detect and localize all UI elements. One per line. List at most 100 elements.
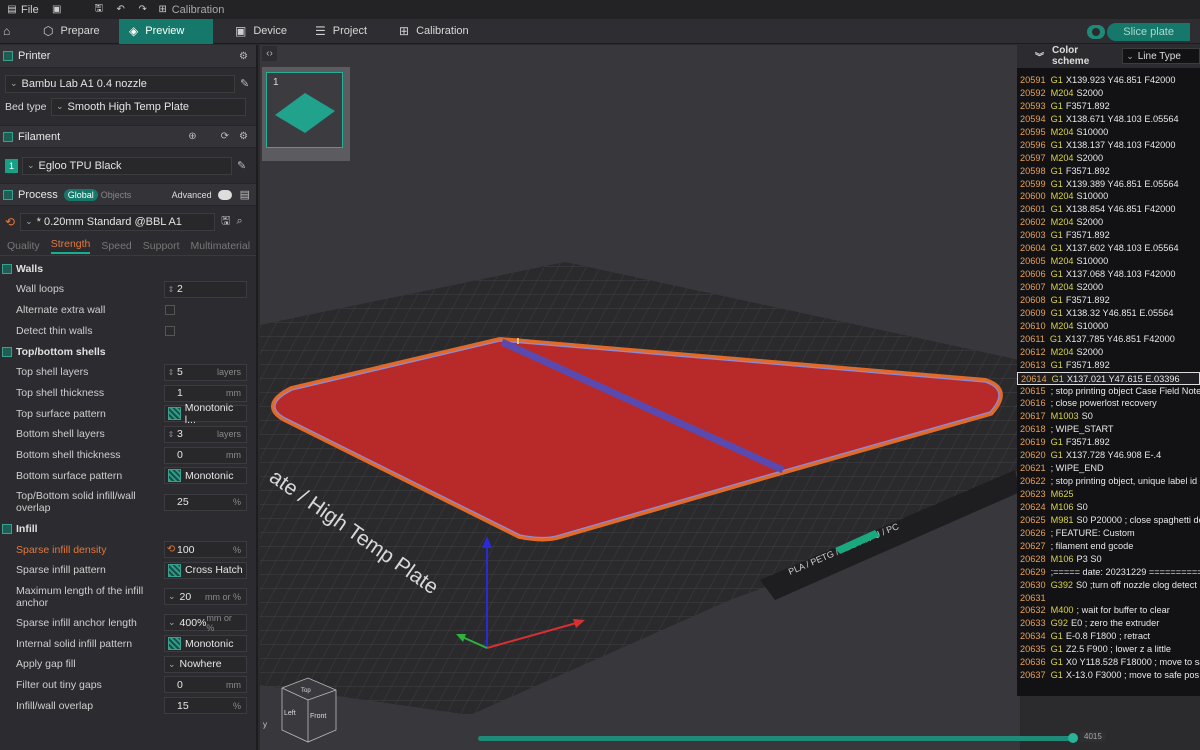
gcode-line[interactable]: 20631 — [1017, 592, 1200, 605]
max-anchor-input[interactable]: ⌄ 20 mm or % — [164, 588, 247, 606]
printer-settings-icon[interactable]: ⚙ — [239, 51, 248, 62]
gcode-line[interactable]: 20616 ; close powerlost recovery — [1017, 397, 1200, 410]
layer-slider-handle[interactable] — [1068, 733, 1078, 743]
gcode-line[interactable]: 20603 G1 F3571.892 — [1017, 229, 1200, 242]
gcode-line[interactable]: 20605 M204 S10000 — [1017, 255, 1200, 268]
gcode-line[interactable]: 20609 G1 X138.32 Y46.851 E.05564 — [1017, 307, 1200, 320]
infill-wall-overlap-input[interactable]: 15% — [164, 697, 247, 715]
tab-multimaterial[interactable]: Multimaterial — [191, 240, 251, 252]
sparse-density-input[interactable]: ⟲ 100% — [164, 541, 247, 559]
collapse-sidebar-button[interactable]: ‹› — [262, 46, 277, 61]
anchor-length-input[interactable]: ⌄ 400% mm or % — [164, 613, 247, 633]
filament-settings-icon[interactable]: ⚙ — [239, 131, 248, 142]
gcode-line[interactable]: 20608 G1 F3571.892 — [1017, 294, 1200, 307]
gcode-line[interactable]: 20593 G1 F3571.892 — [1017, 100, 1200, 113]
gcode-line[interactable]: 20606 G1 X137.068 Y48.103 F42000 — [1017, 268, 1200, 281]
gcode-line[interactable]: 20599 G1 X139.389 Y46.851 E.05564 — [1017, 178, 1200, 191]
top-surface-pattern-select[interactable]: Monotonic l... — [164, 402, 247, 426]
bottom-shell-thickness-input[interactable]: 0 mm — [164, 446, 247, 464]
gcode-line[interactable]: 20637 G1 X-13.0 F3000 ; move to safe pos — [1017, 669, 1200, 682]
slice-plate-control[interactable]: Slice plate — [1087, 23, 1190, 41]
gcode-line[interactable]: 20602 M204 S2000 — [1017, 216, 1200, 229]
search-icon[interactable]: ⌕ — [236, 215, 242, 228]
gcode-line[interactable]: 20628 M106 P3 S0 — [1017, 553, 1200, 566]
detect-thin-walls-checkbox[interactable] — [165, 325, 175, 336]
gcode-line[interactable]: 20634 G1 E-0.8 F1800 ; retract — [1017, 630, 1200, 643]
gcode-line[interactable]: 20591 G1 X139.923 Y46.851 F42000 — [1017, 74, 1200, 87]
add-filament-icon[interactable]: ⊕ — [188, 131, 196, 142]
gcode-line[interactable]: 20595 M204 S10000 — [1017, 126, 1200, 139]
calibration-menu[interactable]: ⊞ Calibration — [157, 4, 225, 16]
filament-index-badge[interactable]: 1 — [5, 158, 18, 173]
process-preset-select[interactable]: ⌄ * 0.20mm Standard @BBL A1 — [20, 212, 216, 231]
internal-solid-pattern-select[interactable]: Monotonic — [164, 635, 247, 653]
gcode-line[interactable]: 20633 G92 E0 ; zero the extruder — [1017, 617, 1200, 630]
save-icon[interactable]: 🖫 — [93, 3, 105, 16]
filter-tiny-gaps-input[interactable]: 0 mm — [164, 676, 247, 694]
gcode-line[interactable]: 20635 G1 Z2.5 F900 ; lower z a little — [1017, 643, 1200, 656]
preview-viewport[interactable]: PLA / PETG / ABS / TPU / PC ate / High T… — [260, 45, 1020, 750]
gcode-line[interactable]: 20598 G1 F3571.892 — [1017, 165, 1200, 178]
layer-slider-track[interactable] — [478, 736, 1073, 741]
sparse-pattern-select[interactable]: Cross Hatch — [164, 561, 247, 579]
gcode-line[interactable]: 20594 G1 X138.671 Y48.103 E.05564 — [1017, 113, 1200, 126]
gcode-line[interactable]: 20621 ; WIPE_END — [1017, 462, 1200, 475]
slice-toggle[interactable] — [1087, 25, 1106, 39]
tab-calibration[interactable]: ⊞ Calibration — [389, 19, 489, 44]
tab-strength[interactable]: Strength — [50, 238, 91, 254]
gcode-line[interactable]: 20596 G1 X138.137 Y48.103 F42000 — [1017, 139, 1200, 152]
alternate-extra-wall-checkbox[interactable] — [165, 305, 175, 316]
tab-prepare[interactable]: ⬡ Prepare — [33, 19, 119, 44]
gcode-line[interactable]: 20613 G1 F3571.892 — [1017, 359, 1200, 372]
gcode-line[interactable]: 20619 G1 F3571.892 — [1017, 436, 1200, 449]
advanced-toggle[interactable] — [217, 189, 232, 200]
top-shell-thickness-input[interactable]: 1 mm — [164, 384, 247, 402]
gcode-line[interactable]: 20623 M625 — [1017, 488, 1200, 501]
printer-select[interactable]: ⌄ Bambu Lab A1 0.4 nozzle — [5, 74, 235, 93]
undo-icon[interactable]: ↶ — [115, 4, 127, 16]
tab-speed[interactable]: Speed — [101, 240, 131, 252]
edit-filament-icon[interactable]: ✎ — [237, 159, 246, 172]
global-toggle[interactable]: Global — [63, 188, 98, 201]
color-scheme-select[interactable]: ⌄ Line Type — [1122, 48, 1200, 64]
tab-project[interactable]: ☰ Project — [305, 19, 389, 44]
gcode-line[interactable]: 20620 G1 X137.728 Y46.908 E-.4 — [1017, 449, 1200, 462]
gcode-line-current[interactable]: 20614 G1 X137.021 Y47.615 E.03396 — [1017, 371, 1200, 385]
bed-type-select[interactable]: ⌄ Smooth High Temp Plate — [51, 97, 246, 116]
plate-thumbnail[interactable]: 1 — [266, 72, 343, 148]
gcode-line[interactable]: 20607 M204 S2000 — [1017, 281, 1200, 294]
gcode-line[interactable]: 20622 ; stop printing object, unique labe… — [1017, 475, 1200, 488]
file-menu[interactable]: ▤ File — [6, 4, 38, 16]
gcode-viewer[interactable]: ︾ Color scheme ⌄ Line Type 20591 G1 X139.92… — [1017, 44, 1200, 696]
wall-loops-input[interactable]: ⇕ 2 — [164, 280, 247, 298]
gcode-line[interactable]: 20626 ; FEATURE: Custom — [1017, 527, 1200, 540]
gcode-line[interactable]: 20600 M204 S10000 — [1017, 190, 1200, 203]
gcode-line[interactable]: 20629 ;===== date: 20231229 =============… — [1017, 566, 1200, 579]
slice-plate-button[interactable]: Slice plate — [1107, 23, 1190, 41]
filament-section-header[interactable]: Filament ⊕ ⟳ ⚙ — [0, 125, 256, 148]
printer-section-header[interactable]: Printer ⚙ — [0, 45, 256, 68]
top-shell-layers-input[interactable]: ⇕ 5 layers — [164, 363, 247, 381]
gcode-line[interactable]: 20636 G1 X0 Y118.528 F18000 ; move to sa — [1017, 656, 1200, 669]
tab-device[interactable]: ▣ Device — [213, 19, 305, 44]
document-icon[interactable]: ▣ — [51, 4, 63, 16]
gcode-line[interactable]: 20632 M400; wait for buffer to clear — [1017, 604, 1200, 617]
gcode-line[interactable]: 20615 ; stop printing object Case Field N… — [1017, 385, 1200, 398]
chevrons-icon[interactable]: ︾ — [1035, 50, 1044, 63]
gcode-line[interactable]: 20630 G392 S0 ;turn off nozzle clog detect — [1017, 579, 1200, 592]
edit-printer-icon[interactable]: ✎ — [240, 77, 249, 90]
gcode-line[interactable]: 20624 M106 S0 — [1017, 501, 1200, 514]
gcode-line[interactable]: 20627 ; filament end gcode — [1017, 540, 1200, 553]
objects-toggle[interactable]: Objects — [101, 190, 132, 200]
tab-quality[interactable]: Quality — [7, 240, 40, 252]
filament-sync-icon[interactable]: ⟳ — [221, 131, 229, 142]
gcode-line[interactable]: 20601 G1 X138.854 Y46.851 F42000 — [1017, 203, 1200, 216]
gcode-line[interactable]: 20618 ; WIPE_START — [1017, 423, 1200, 436]
apply-gap-fill-select[interactable]: ⌄ Nowhere — [164, 655, 247, 673]
gcode-line[interactable]: 20612 M204 S2000 — [1017, 346, 1200, 359]
gcode-line[interactable]: 20597 M204 S2000 — [1017, 152, 1200, 165]
tab-preview[interactable]: ◈ Preview — [119, 18, 213, 44]
bottom-shell-layers-input[interactable]: ⇕ 3 layers — [164, 425, 247, 443]
gcode-line[interactable]: 20625 M981 S0 P20000 ; close spaghetti de — [1017, 514, 1200, 527]
gcode-line[interactable]: 20610 M204 S10000 — [1017, 320, 1200, 333]
